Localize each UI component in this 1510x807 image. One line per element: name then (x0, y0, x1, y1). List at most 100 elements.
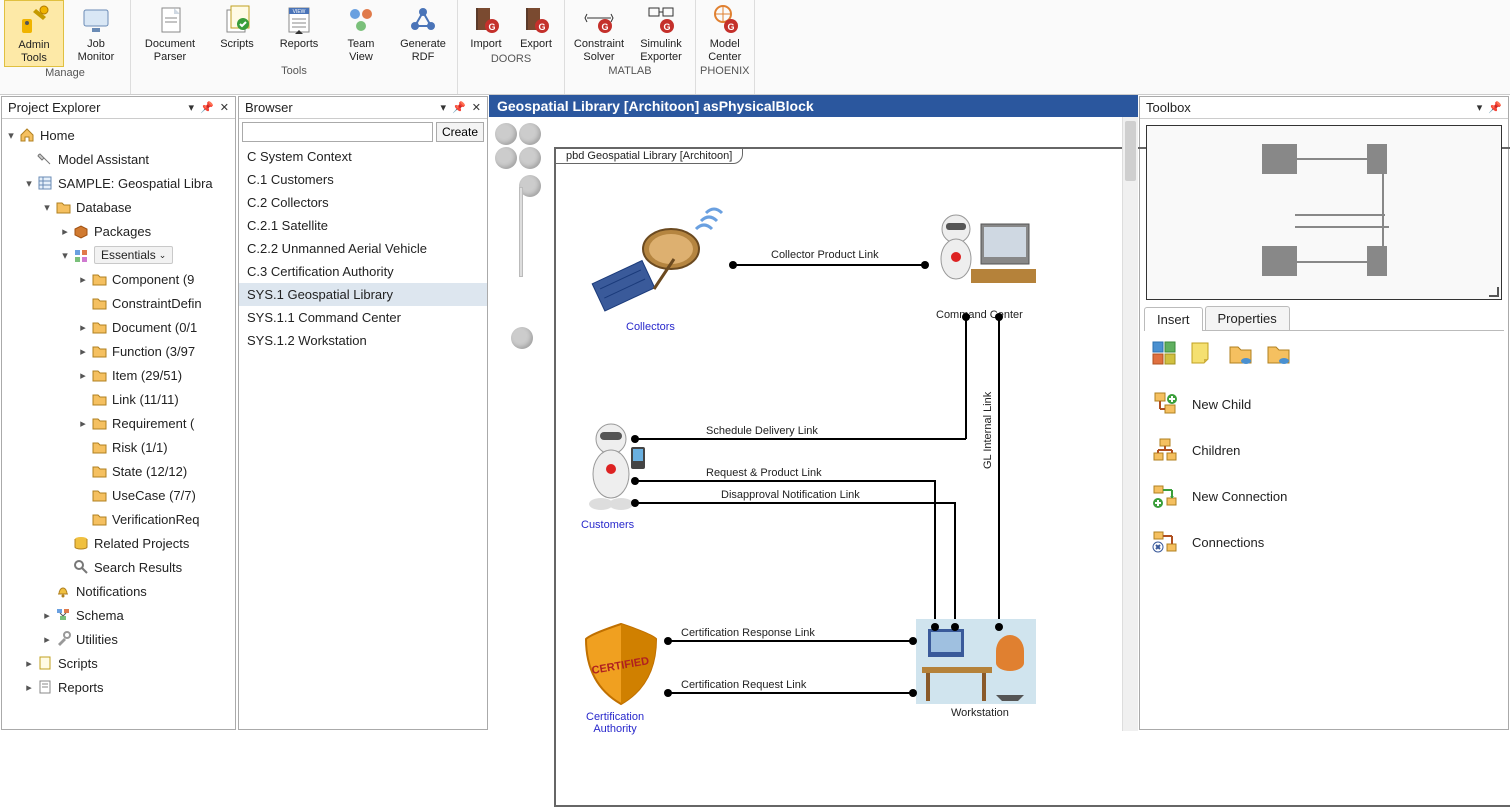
tree-item[interactable]: ▸Document (0/1 (4, 315, 233, 339)
browser-item[interactable]: SYS.1 Geospatial Library (239, 283, 487, 306)
nav-left-button[interactable] (495, 147, 517, 169)
tree-utilities[interactable]: ▸Utilities (4, 627, 233, 651)
tree-home[interactable]: ▾ Home (4, 123, 233, 147)
tree-schema[interactable]: ▸Schema (4, 603, 233, 627)
canvas-scrollbar[interactable] (1122, 117, 1138, 731)
nav-up-button[interactable] (495, 123, 517, 145)
cert-request-link-label: Certification Request Link (681, 679, 806, 691)
link-line (934, 482, 936, 627)
essentials-pill[interactable]: Essentials ⌄ (94, 246, 173, 264)
browser-item[interactable]: C.2.2 Unmanned Aerial Vehicle (239, 237, 487, 260)
cert-response-link-label: Certification Response Link (681, 627, 815, 639)
job-monitor-button[interactable]: JobMonitor (66, 0, 126, 67)
constraint-solver-button[interactable]: G ConstraintSolver (569, 0, 629, 65)
tree-item[interactable]: ▸Item (29/51) (4, 363, 233, 387)
link-endpoint (995, 313, 1003, 321)
nav-right-button[interactable] (519, 123, 541, 145)
ribbon: AdminTools JobMonitor Manage DocumentPar… (0, 0, 1510, 95)
reports-icon: VIEW (283, 4, 315, 36)
search-icon (72, 558, 90, 576)
ribbon-label: Reports (280, 38, 319, 51)
chevron-down-icon: ⌄ (159, 250, 167, 261)
tree-item[interactable]: ▸Function (3/97 (4, 339, 233, 363)
pin-icon[interactable]: 📌 (200, 101, 214, 114)
model-center-button[interactable]: G ModelCenter (701, 0, 749, 65)
admin-tools-button[interactable]: AdminTools (4, 0, 64, 67)
tree-item[interactable]: Link (11/11) (4, 387, 233, 411)
tree-item[interactable]: ▸Requirement ( (4, 411, 233, 435)
browser-item[interactable]: C.2 Collectors (239, 191, 487, 214)
scrollbar-thumb[interactable] (1125, 121, 1136, 181)
export-button[interactable]: G Export (512, 0, 560, 53)
tree-related-projects[interactable]: Related Projects (4, 531, 233, 555)
team-view-button[interactable]: TeamView (331, 0, 391, 65)
group-label: PHOENIX (700, 65, 750, 79)
browser-search-input[interactable] (242, 122, 433, 142)
pin-icon[interactable]: 📌 (452, 101, 466, 114)
tree-notifications[interactable]: Notifications (4, 579, 233, 603)
customers-label: Customers (581, 519, 634, 531)
canvas-panel: Geospatial Library [Architoon] asPhysica… (489, 95, 1138, 731)
close-icon[interactable]: ✕ (220, 101, 229, 114)
import-button[interactable]: G Import (462, 0, 510, 53)
zoom-handle[interactable] (511, 327, 533, 349)
ribbon-label: DocumentParser (145, 38, 195, 63)
svg-text:VIEW: VIEW (293, 9, 306, 15)
tree-item[interactable]: ▸Component (9 (4, 267, 233, 291)
tree-packages[interactable]: ▸ Packages (4, 219, 233, 243)
tree-item[interactable]: VerificationReq (4, 507, 233, 531)
group-label: Manage (45, 67, 85, 81)
shield-icon: CERTIFIED (576, 619, 666, 719)
satellite-icon (576, 199, 736, 319)
browser-panel: Browser ▾ 📌 ✕ Create C System Context C.… (238, 96, 488, 730)
create-button[interactable]: Create (436, 122, 484, 142)
resize-handle-icon[interactable] (1489, 287, 1499, 297)
tree-item[interactable]: Risk (1/1) (4, 435, 233, 459)
svg-text:G: G (727, 22, 734, 32)
pin-icon[interactable]: 📌 (1488, 101, 1502, 114)
tree-search-results[interactable]: Search Results (4, 555, 233, 579)
document-parser-button[interactable]: DocumentParser (135, 0, 205, 65)
folder-icon (90, 414, 108, 432)
link-endpoint (995, 623, 1003, 631)
tree-model-assistant[interactable]: Model Assistant (4, 147, 233, 171)
browser-item[interactable]: C.1 Customers (239, 168, 487, 191)
dropdown-icon[interactable]: ▾ (441, 101, 447, 114)
simulink-exporter-button[interactable]: G SimulinkExporter (631, 0, 691, 65)
tree-essentials[interactable]: ▾ Essentials ⌄ (4, 243, 233, 267)
tree-sample[interactable]: ▾ SAMPLE: Geospatial Libra (4, 171, 233, 195)
browser-item[interactable]: C System Context (239, 145, 487, 168)
reports-button[interactable]: VIEW Reports (269, 0, 329, 65)
nav-down-button[interactable] (519, 147, 541, 169)
svg-text:G: G (538, 22, 545, 32)
model-center-icon: G (709, 4, 741, 36)
generate-rdf-button[interactable]: GenerateRDF (393, 0, 453, 65)
folder-icon (90, 294, 108, 312)
tree-database[interactable]: ▾ Database (4, 195, 233, 219)
tree-reports-root[interactable]: ▸Reports (4, 675, 233, 699)
tree-item[interactable]: UseCase (7/7) (4, 483, 233, 507)
close-icon[interactable]: ✕ (472, 101, 481, 114)
ribbon-label: JobMonitor (78, 38, 115, 63)
tools-icon (54, 630, 72, 648)
tree-item[interactable]: State (12/12) (4, 459, 233, 483)
tree-scripts-root[interactable]: ▸Scripts (4, 651, 233, 675)
svg-text:G: G (488, 22, 495, 32)
scripts-button[interactable]: Scripts (207, 0, 267, 65)
tab-insert[interactable]: Insert (1144, 307, 1203, 331)
canvas-body[interactable]: pbd Geospatial Library [Architoon] Colle… (489, 117, 1138, 731)
home-icon (18, 126, 36, 144)
dropdown-icon[interactable]: ▾ (189, 101, 195, 114)
browser-item[interactable]: SYS.1.1 Command Center (239, 306, 487, 329)
tree-item[interactable]: ConstraintDefin (4, 291, 233, 315)
request-product-link-label: Request & Product Link (706, 467, 822, 479)
zoom-slider[interactable] (519, 187, 523, 277)
link-line (734, 264, 924, 266)
cert-authority-label: CertificationAuthority (586, 711, 644, 735)
browser-item[interactable]: SYS.1.2 Workstation (239, 329, 487, 352)
project-tree: ▾ Home Model Assistant ▾ SAMPLE: Geospat… (2, 119, 235, 729)
svg-text:G: G (601, 22, 608, 32)
browser-item[interactable]: C.2.1 Satellite (239, 214, 487, 237)
dropdown-icon[interactable]: ▾ (1477, 101, 1483, 114)
browser-item[interactable]: C.3 Certification Authority (239, 260, 487, 283)
